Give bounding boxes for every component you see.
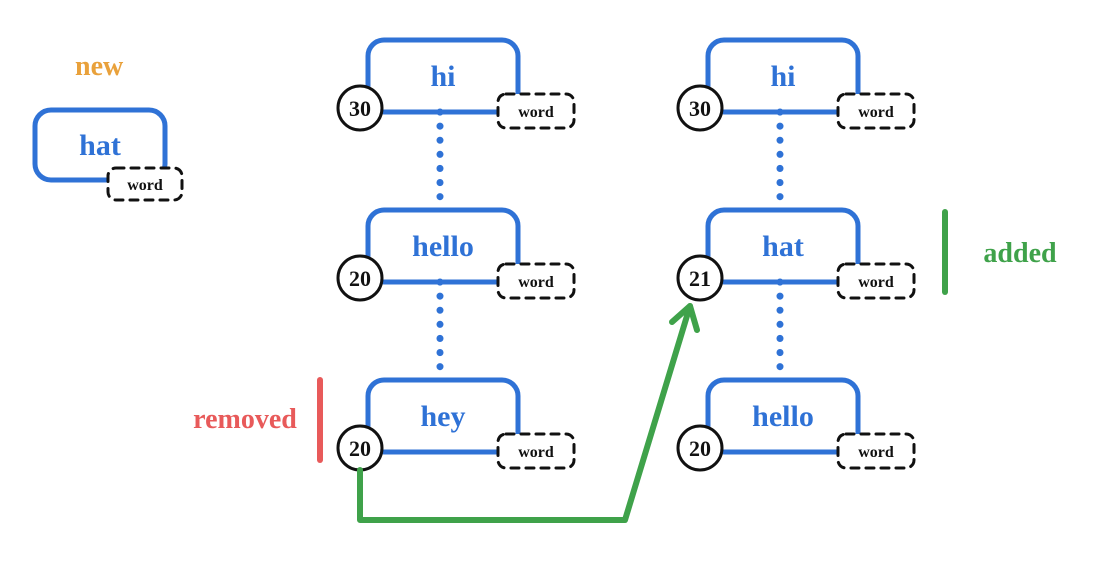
right-node-2-badge-num: 20 — [689, 436, 711, 461]
annotation-added: added — [983, 238, 1057, 269]
left-node-1-tag: word — [518, 274, 554, 291]
left-node-2: hey 20 word — [338, 380, 574, 470]
new-node-tag: word — [127, 177, 163, 194]
left-node-2-tag: word — [518, 444, 554, 461]
left-node-2-badge-num: 20 — [349, 436, 371, 461]
right-node-1-label: hat — [762, 230, 804, 263]
right-node-2-tag: word — [858, 444, 894, 461]
left-node-0: hi 30 word — [338, 40, 574, 130]
right-node-0-label: hi — [770, 60, 795, 93]
transition-arrow — [360, 306, 697, 520]
diagram-canvas: new hat word hi 30 word hello 20 word he… — [0, 0, 1112, 588]
right-node-0-tag: word — [858, 104, 894, 121]
annotation-new: new — [75, 51, 124, 82]
right-node-1-badge-num: 21 — [689, 266, 711, 291]
right-node-1-tag: word — [858, 274, 894, 291]
right-node-2-label: hello — [752, 400, 814, 433]
left-node-1-badge-num: 20 — [349, 266, 371, 291]
left-node-0-badge-num: 30 — [349, 96, 371, 121]
left-node-1-label: hello — [412, 230, 474, 263]
right-node-0: hi 30 word — [678, 40, 914, 130]
annotation-removed: removed — [193, 404, 297, 435]
left-node-1: hello 20 word — [338, 210, 574, 300]
left-node-2-label: hey — [421, 400, 466, 433]
right-node-2: hello 20 word — [678, 380, 914, 470]
right-node-0-badge-num: 30 — [689, 96, 711, 121]
new-node-label: hat — [79, 129, 121, 162]
left-node-0-tag: word — [518, 104, 554, 121]
new-node: hat word — [35, 110, 182, 200]
left-node-0-label: hi — [430, 60, 455, 93]
right-node-1: hat 21 word — [678, 210, 914, 300]
